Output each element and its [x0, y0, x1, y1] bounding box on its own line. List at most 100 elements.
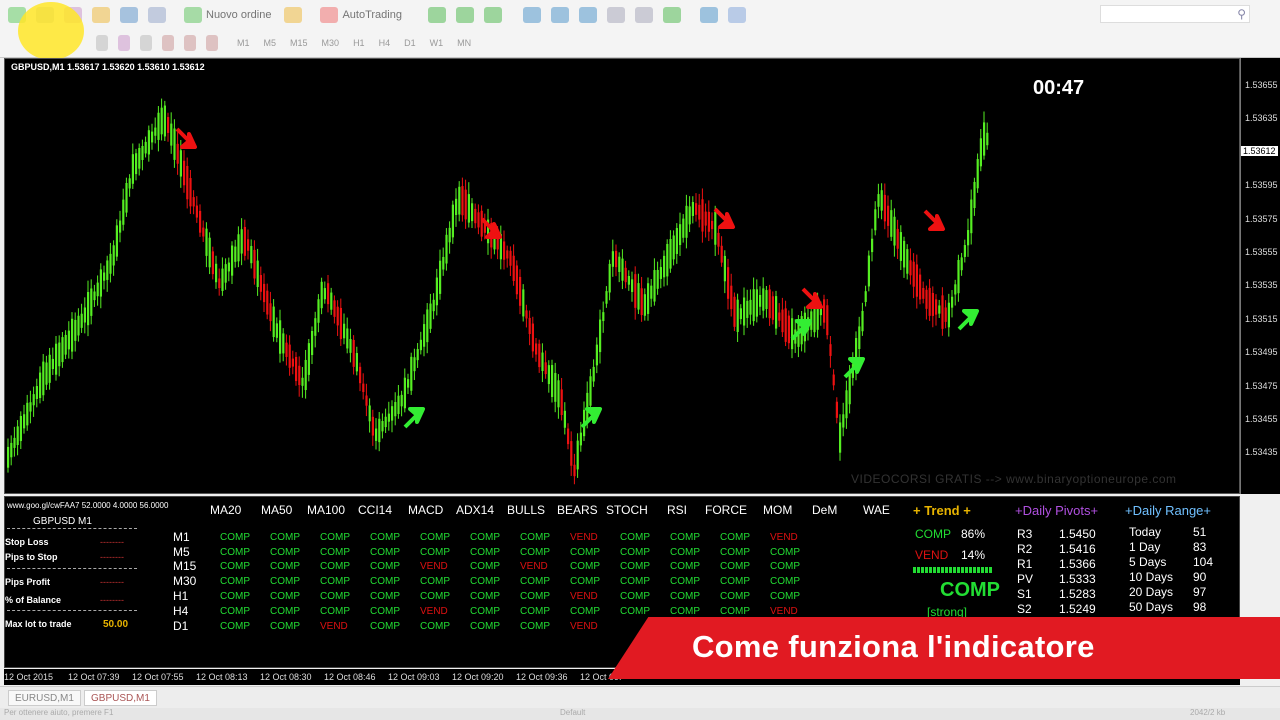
candle [45, 362, 48, 385]
candle [871, 238, 874, 253]
timeframe-h4[interactable]: H4 [379, 38, 391, 48]
market-watch-icon[interactable] [92, 7, 110, 23]
timeframe-mn[interactable]: MN [457, 38, 471, 48]
price-tick: 1.53655 [1245, 80, 1278, 90]
candle [890, 210, 893, 237]
candle [768, 289, 771, 319]
range-value: 98 [1193, 600, 1207, 614]
pivot-value: 1.5283 [1059, 587, 1096, 601]
arrows-icon[interactable] [206, 35, 218, 51]
timeframe-row-h4: H4 [173, 604, 189, 618]
candle [29, 402, 32, 412]
signal-cell: COMP [270, 591, 300, 602]
candle [221, 268, 224, 291]
candle [874, 209, 877, 231]
templates-icon[interactable] [727, 7, 746, 23]
candle [976, 159, 979, 189]
candle [304, 359, 307, 391]
tile-windows-icon[interactable] [578, 7, 597, 23]
candle [403, 377, 406, 409]
signal-cell: COMP [520, 606, 550, 617]
signal-cell: COMP [320, 576, 350, 587]
search-input[interactable] [1100, 5, 1250, 23]
candle [16, 426, 19, 446]
candle [781, 309, 784, 333]
signal-cell: VEND [570, 532, 598, 543]
candle [765, 290, 768, 309]
candle [592, 366, 595, 382]
timeframe-m1[interactable]: M1 [237, 38, 250, 48]
candle [131, 154, 134, 184]
text-icon[interactable] [162, 35, 174, 51]
autotrading-button[interactable]: AutoTrading [315, 7, 402, 23]
candle [109, 253, 112, 274]
timeframe-h1[interactable]: H1 [353, 38, 365, 48]
candle [471, 203, 474, 222]
signal-cell: COMP [420, 591, 450, 602]
candle [307, 343, 310, 375]
candle [845, 390, 848, 419]
candle [778, 312, 781, 321]
candle [970, 199, 973, 234]
candle [160, 107, 163, 135]
trendline-icon[interactable] [118, 35, 130, 51]
price-tick: 1.53555 [1245, 247, 1278, 257]
candle [275, 323, 278, 338]
candle [288, 344, 291, 368]
candle [311, 330, 314, 356]
chart-title: GBPUSD,M1 1.53617 1.53620 1.53610 1.5361… [11, 62, 205, 72]
candle [400, 394, 403, 407]
timeframe-m30[interactable]: M30 [322, 38, 340, 48]
vertical-line-icon[interactable] [96, 35, 108, 51]
chart-shift-icon[interactable] [634, 7, 653, 23]
candle [163, 105, 166, 137]
zoom-in-icon[interactable] [522, 7, 541, 23]
range-header: +Daily Range+ [1125, 503, 1211, 518]
candle [826, 305, 829, 336]
candle [973, 181, 976, 209]
signal-cell: COMP [470, 561, 500, 572]
signal-cell: COMP [720, 547, 750, 558]
column-header-macd: MACD [408, 503, 444, 517]
zoom-out-icon[interactable] [550, 7, 569, 23]
range-label: 1 Day [1129, 540, 1161, 554]
caption-text: Come funziona l'indicatore [692, 629, 1095, 664]
timeframe-w1[interactable]: W1 [430, 38, 444, 48]
new-order-button[interactable]: Nuovo ordine [179, 7, 271, 23]
candle [528, 317, 531, 334]
candle [48, 354, 51, 383]
terminal-icon[interactable] [148, 7, 166, 23]
tab-gbpusd[interactable]: GBPUSD,M1 [84, 690, 157, 706]
timeframe-m15[interactable]: M15 [290, 38, 308, 48]
candle [477, 212, 480, 228]
candle [640, 288, 643, 316]
meta-editor-icon[interactable] [284, 7, 303, 23]
label-icon[interactable] [184, 35, 196, 51]
tab-eurusd[interactable]: EURUSD,M1 [8, 690, 81, 706]
channel-icon[interactable] [140, 35, 152, 51]
candle [957, 260, 960, 294]
candle [93, 291, 96, 301]
timeframe-d1[interactable]: D1 [404, 38, 416, 48]
pivot-value: 1.5249 [1059, 602, 1096, 616]
bar-chart-icon[interactable] [427, 7, 446, 23]
indicators-icon[interactable] [662, 7, 681, 23]
candle [61, 337, 64, 363]
signal-cell: COMP [620, 532, 650, 543]
signal-cell: COMP [720, 561, 750, 572]
navigator-icon[interactable] [120, 7, 138, 23]
candle [682, 218, 685, 238]
candle [186, 165, 189, 200]
signal-cell: COMP [620, 606, 650, 617]
candle [96, 282, 99, 297]
autoscroll-icon[interactable] [606, 7, 625, 23]
timeframe-m5[interactable]: M5 [264, 38, 277, 48]
line-chart-icon[interactable] [483, 7, 502, 23]
search-icon[interactable]: ⚲ [1237, 7, 1246, 21]
candle-chart-icon[interactable] [455, 7, 474, 23]
period-icon[interactable] [699, 7, 718, 23]
price-tick: 1.53575 [1245, 213, 1278, 224]
signal-cell: COMP [520, 547, 550, 558]
price-tick: 1.53595 [1245, 180, 1278, 191]
price-chart[interactable]: GBPUSD,M1 1.53617 1.53620 1.53610 1.5361… [4, 58, 1240, 494]
